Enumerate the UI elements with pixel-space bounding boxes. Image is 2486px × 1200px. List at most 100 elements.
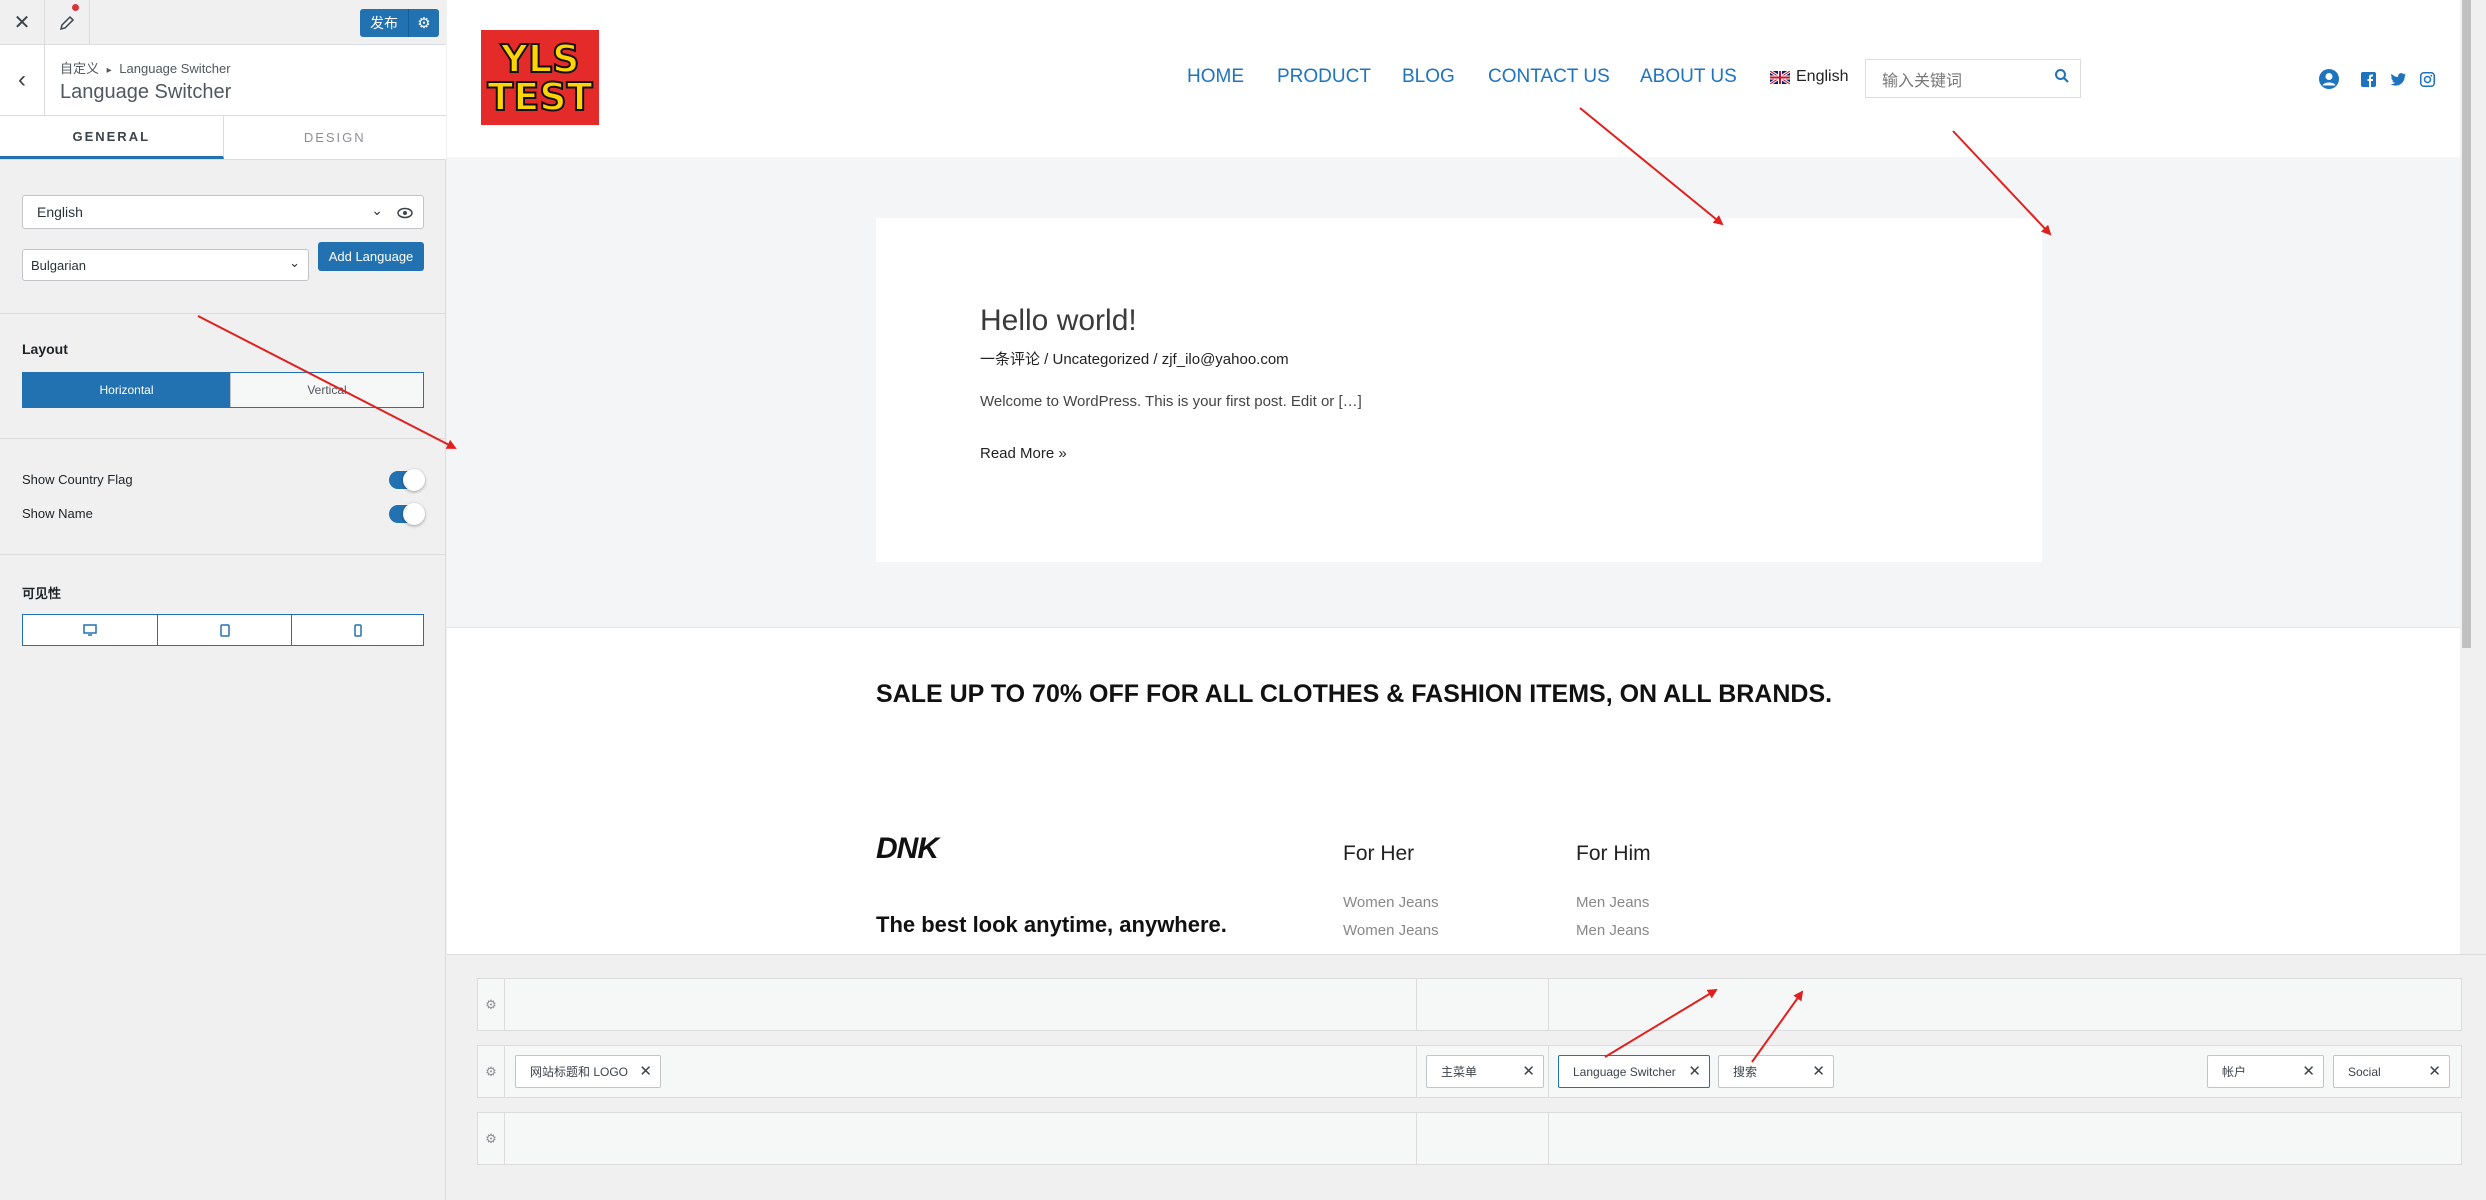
current-language-select[interactable]: English ⌄ — [22, 195, 424, 229]
builder-column-left[interactable] — [505, 979, 1417, 1030]
search-icon[interactable] — [2054, 68, 2070, 84]
breadcrumb-root: 自定义 — [60, 61, 100, 76]
section-title: Language Switcher — [60, 81, 232, 103]
footer-tagline: The best look anytime, anywhere. — [876, 912, 1227, 937]
builder-item-search[interactable]: 搜索 ✕ — [1718, 1055, 1834, 1088]
back-button[interactable]: ‹ — [0, 45, 45, 115]
notification-dot — [72, 4, 79, 11]
nav-blog[interactable]: BLOG — [1402, 66, 1455, 88]
twitter-icon[interactable] — [2390, 72, 2407, 87]
chip-label: 网站标题和 LOGO — [530, 1065, 629, 1079]
builder-item-menu[interactable]: 主菜单 ✕ — [1426, 1055, 1544, 1088]
footer-link[interactable]: Men Jeans — [1576, 922, 1649, 939]
site-preview: YLS TEST HOME PRODUCT BLOG CONTACT US AB… — [447, 0, 2473, 954]
eye-icon[interactable] — [397, 207, 413, 219]
nav-product[interactable]: PRODUCT — [1277, 66, 1371, 88]
builder-item-logo[interactable]: 网站标题和 LOGO ✕ — [515, 1055, 661, 1088]
add-language-select[interactable]: Bulgarian ⌄ — [22, 249, 309, 281]
row-settings-button[interactable]: ⚙ — [478, 979, 505, 1030]
toggle-knob — [403, 469, 425, 491]
remove-icon[interactable]: ✕ — [2302, 1062, 2315, 1080]
remove-icon[interactable]: ✕ — [2428, 1062, 2441, 1080]
remove-icon[interactable]: ✕ — [1812, 1062, 1825, 1080]
desktop-icon — [83, 624, 97, 636]
tab-general[interactable]: GENERAL — [0, 116, 224, 159]
gear-icon: ⚙ — [485, 1130, 497, 1146]
breadcrumb-separator: ▸ — [106, 65, 112, 76]
current-language-value: English — [37, 204, 83, 220]
footer-brand-logo: DNK — [876, 832, 939, 865]
preview-scrollbar[interactable] — [2460, 0, 2473, 954]
gear-icon: ⚙ — [485, 996, 497, 1012]
header-builder: ⚙ ⚙ 网站标题和 LOGO ✕ 主菜单 ✕ Language Switcher… — [447, 954, 2486, 1200]
publish-settings-button[interactable]: ⚙ — [409, 9, 439, 37]
search-input[interactable]: 输入关键词 — [1865, 59, 2081, 98]
pen-icon — [59, 15, 75, 30]
read-more-link[interactable]: Read More » — [980, 445, 1067, 462]
builder-row-bottom: ⚙ — [477, 1112, 2462, 1165]
footer-link[interactable]: Women Jeans — [1343, 894, 1439, 911]
builder-column-left[interactable] — [505, 1113, 1417, 1164]
scrollbar-thumb[interactable] — [2462, 0, 2471, 648]
footer-link[interactable]: Women Jeans — [1343, 922, 1439, 939]
nav-home[interactable]: HOME — [1187, 66, 1244, 88]
facebook-icon[interactable] — [2361, 72, 2376, 87]
toggle-knob — [403, 503, 425, 525]
layout-vertical-option[interactable]: Vertical — [230, 373, 423, 407]
post-title[interactable]: Hello world! — [980, 304, 1137, 338]
layout-label: Layout — [22, 341, 68, 357]
breadcrumb-current: Language Switcher — [119, 61, 231, 76]
show-flag-toggle[interactable] — [389, 469, 425, 491]
layout-horizontal-option[interactable]: Horizontal — [23, 373, 230, 407]
chip-label: 帐户 — [2222, 1065, 2247, 1079]
sale-text: SALE UP TO 70% OFF FOR ALL CLOTHES & FAS… — [876, 680, 1833, 708]
publish-group: 发布 ⚙ — [360, 9, 439, 37]
chevron-down-icon: ⌄ — [289, 255, 300, 270]
show-name-toggle[interactable] — [389, 503, 425, 525]
nav-about-us[interactable]: ABOUT US — [1640, 66, 1737, 88]
show-flag-label: Show Country Flag — [22, 472, 133, 487]
chip-label: 搜索 — [1733, 1065, 1758, 1079]
logo-line-2: TEST — [486, 74, 593, 119]
builder-column-center[interactable] — [1417, 979, 1549, 1030]
sale-banner: SALE UP TO 70% OFF FOR ALL CLOTHES & FAS… — [447, 627, 2460, 765]
builder-row-top: ⚙ — [477, 978, 2462, 1031]
chevron-down-icon[interactable]: ⌄ — [371, 202, 383, 219]
nav-contact-us[interactable]: CONTACT US — [1488, 66, 1610, 88]
builder-item-social[interactable]: Social ✕ — [2333, 1055, 2450, 1088]
instagram-icon[interactable] — [2420, 72, 2435, 87]
chip-label: Language Switcher — [1573, 1064, 1676, 1079]
visibility-desktop-button[interactable] — [23, 615, 157, 645]
divider — [0, 438, 446, 439]
tab-design[interactable]: DESIGN — [224, 116, 447, 159]
chip-label: Social — [2348, 1064, 2381, 1079]
builder-column-center[interactable] — [1417, 1113, 1549, 1164]
chevron-left-icon: ‹ — [18, 66, 26, 93]
breadcrumb: 自定义 ▸ Language Switcher — [60, 58, 231, 77]
language-switcher[interactable]: English — [1770, 68, 1848, 86]
post-excerpt: Welcome to WordPress. This is your first… — [980, 393, 1362, 410]
site-header: YLS TEST HOME PRODUCT BLOG CONTACT US AB… — [447, 0, 2460, 157]
builder-item-language-switcher[interactable]: Language Switcher ✕ — [1558, 1055, 1710, 1088]
remove-icon[interactable]: ✕ — [639, 1062, 652, 1080]
mobile-icon — [353, 623, 362, 637]
add-language-button[interactable]: Add Language — [318, 242, 424, 271]
uk-flag-icon — [1770, 70, 1790, 84]
remove-icon[interactable]: ✕ — [1522, 1062, 1535, 1080]
account-icon[interactable] — [2318, 68, 2340, 90]
footer-link[interactable]: Men Jeans — [1576, 894, 1649, 911]
builder-row-main: ⚙ 网站标题和 LOGO ✕ 主菜单 ✕ Language Switcher ✕… — [477, 1045, 2462, 1098]
close-button[interactable]: ✕ — [0, 0, 45, 45]
tablet-icon — [219, 623, 230, 637]
visibility-tablet-button[interactable] — [157, 615, 291, 645]
builder-item-account[interactable]: 帐户 ✕ — [2207, 1055, 2324, 1088]
remove-icon[interactable]: ✕ — [1688, 1062, 1701, 1080]
site-logo[interactable]: YLS TEST — [481, 30, 599, 125]
visibility-mobile-button[interactable] — [291, 615, 423, 645]
row-settings-button[interactable]: ⚙ — [478, 1046, 505, 1097]
edit-button[interactable] — [45, 0, 90, 45]
row-settings-button[interactable]: ⚙ — [478, 1113, 505, 1164]
customizer-panel: ✕ 发布 ⚙ ‹ 自定义 ▸ Language Switcher Languag… — [0, 0, 446, 1200]
footer-widgets: DNK The best look anytime, anywhere. For… — [447, 764, 2460, 954]
publish-button[interactable]: 发布 — [360, 9, 409, 37]
